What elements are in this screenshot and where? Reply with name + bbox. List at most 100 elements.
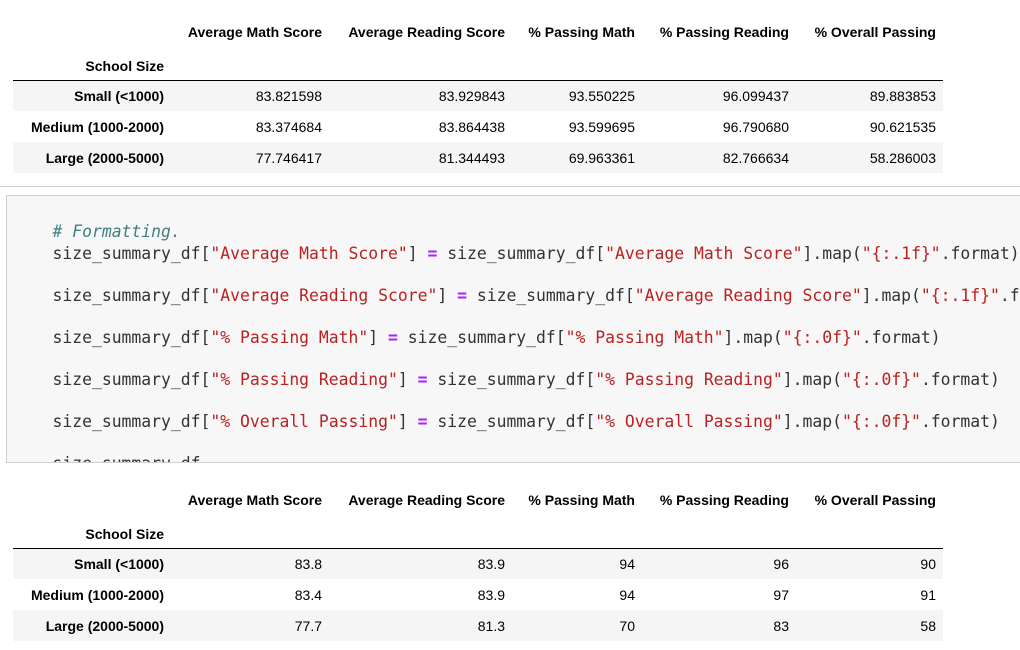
dataframe-table: Average Math Score Average Reading Score… [13, 482, 943, 641]
column-header: Average Reading Score [348, 24, 505, 40]
cell: 96 [773, 555, 789, 572]
code-token: ] [397, 412, 418, 431]
cell: 83.821598 [255, 87, 322, 104]
code-token: size_summary_df[ [427, 412, 596, 431]
column-header: % Passing Reading [659, 24, 789, 40]
code-token: .format) [940, 244, 1020, 263]
code-token: size_summary_df[ [52, 328, 211, 347]
cell: 82.766634 [722, 149, 789, 166]
cell: 97 [773, 586, 789, 603]
cell: 96.099437 [722, 87, 789, 104]
cell: 83.374684 [255, 118, 322, 135]
code-token: = [427, 244, 438, 263]
code-token: "% Passing Reading" [210, 370, 398, 389]
code-token: size_summary_df[ [52, 244, 211, 263]
code-token: ] [397, 370, 418, 389]
code-token: ].map( [782, 412, 842, 431]
cell: 94 [619, 555, 635, 572]
code-token: = [417, 412, 428, 431]
cell: 83.4 [294, 586, 322, 603]
code-token: ] [407, 244, 428, 263]
code-cell-editor[interactable]: # Formatting. size_summary_df["Average M… [6, 195, 1020, 463]
index-name-row: School Size [13, 518, 943, 548]
index-name: School Size [85, 57, 164, 74]
cell: 90.621535 [869, 118, 936, 135]
cell: 94 [619, 586, 635, 603]
column-header: Average Math Score [187, 24, 322, 40]
cell: 90 [920, 555, 936, 572]
code-token: "{:.1f}" [861, 244, 941, 263]
code-token: ].map( [723, 328, 783, 347]
code-token: size_summary_df[ [397, 328, 566, 347]
column-header: % Overall Passing [814, 492, 936, 508]
cell: 83.9 [477, 586, 505, 603]
code-token: = [417, 370, 428, 389]
table-row: Large (2000-5000) 77.7 81.3 70 83 58 [13, 610, 943, 641]
column-header: % Passing Math [528, 24, 635, 40]
cell: 77.746417 [255, 149, 322, 166]
code-token: "{:.0f}" [782, 328, 862, 347]
code-token: = [457, 286, 467, 305]
table-row: Large (2000-5000) 77.746417 81.344493 69… [13, 142, 943, 173]
code-token: "% Overall Passing" [210, 412, 398, 431]
code-token: "% Passing Reading" [595, 370, 783, 389]
row-label: Large (2000-5000) [45, 149, 164, 166]
dataframe-table: Average Math Score Average Reading Score… [13, 14, 943, 173]
index-name-row: School Size [13, 50, 943, 80]
column-header: % Passing Reading [659, 492, 789, 508]
code-token: "Average Reading Score" [210, 286, 438, 305]
column-header: % Passing Math [528, 492, 635, 508]
code-token: = [388, 328, 398, 347]
code-token: .format) [920, 412, 1000, 431]
column-header-row: Average Math Score Average Reading Score… [13, 482, 943, 518]
code-token: size_summary_df [52, 454, 200, 462]
index-name: School Size [85, 525, 164, 542]
cell: 91 [920, 586, 936, 603]
row-label: Small (<1000) [74, 87, 164, 104]
cell: 96.790680 [722, 118, 789, 135]
table-row: Small (<1000) 83.821598 83.929843 93.550… [13, 80, 943, 111]
table-row: Medium (1000-2000) 83.374684 83.864438 9… [13, 111, 943, 142]
code-token: ] [368, 328, 389, 347]
dataframe-output-before: Average Math Score Average Reading Score… [13, 14, 943, 173]
code-token: ].map( [802, 244, 862, 263]
code-token: "% Overall Passing" [595, 412, 783, 431]
code-token: size_summary_df[ [437, 244, 606, 263]
code-token: "Average Math Score" [210, 244, 408, 263]
corner-cell [13, 14, 171, 50]
code-token: .format) [920, 370, 1000, 389]
code-token: "{:.1f}" [920, 286, 1000, 305]
cell: 89.883853 [869, 87, 936, 104]
column-header: % Overall Passing [814, 24, 936, 40]
column-header-row: Average Math Score Average Reading Score… [13, 14, 943, 50]
column-header: Average Math Score [187, 492, 322, 508]
code-token: .format) [999, 286, 1020, 305]
table-row: Small (<1000) 83.8 83.9 94 96 90 [13, 548, 943, 579]
cell: 58.286003 [869, 149, 936, 166]
cell: 83 [773, 617, 789, 634]
cell: 77.7 [294, 617, 322, 634]
cell: 93.550225 [568, 87, 635, 104]
code-token: size_summary_df[ [52, 370, 211, 389]
code-token: "Average Reading Score" [634, 286, 862, 305]
cell: 83.929843 [438, 87, 505, 104]
cell: 83.8 [294, 555, 322, 572]
code-token: size_summary_df[ [52, 412, 211, 431]
code-token: size_summary_df[ [427, 370, 596, 389]
cell: 81.344493 [438, 149, 505, 166]
column-header: Average Reading Score [348, 492, 505, 508]
cell: 83.864438 [438, 118, 505, 135]
cell: 81.3 [477, 617, 505, 634]
code-token: "{:.0f}" [841, 412, 921, 431]
code-token: ].map( [861, 286, 921, 305]
row-label: Medium (1000-2000) [30, 586, 164, 603]
corner-cell [13, 482, 171, 518]
code-token: size_summary_df[ [52, 286, 211, 305]
cell: 93.599695 [568, 118, 635, 135]
code-token: "% Passing Math" [210, 328, 369, 347]
code-line: size_summary_df [13, 435, 200, 462]
cell: 69.963361 [568, 149, 635, 166]
code-token: .format) [861, 328, 941, 347]
code-token: ] [437, 286, 458, 305]
cell-divider [0, 186, 1020, 187]
